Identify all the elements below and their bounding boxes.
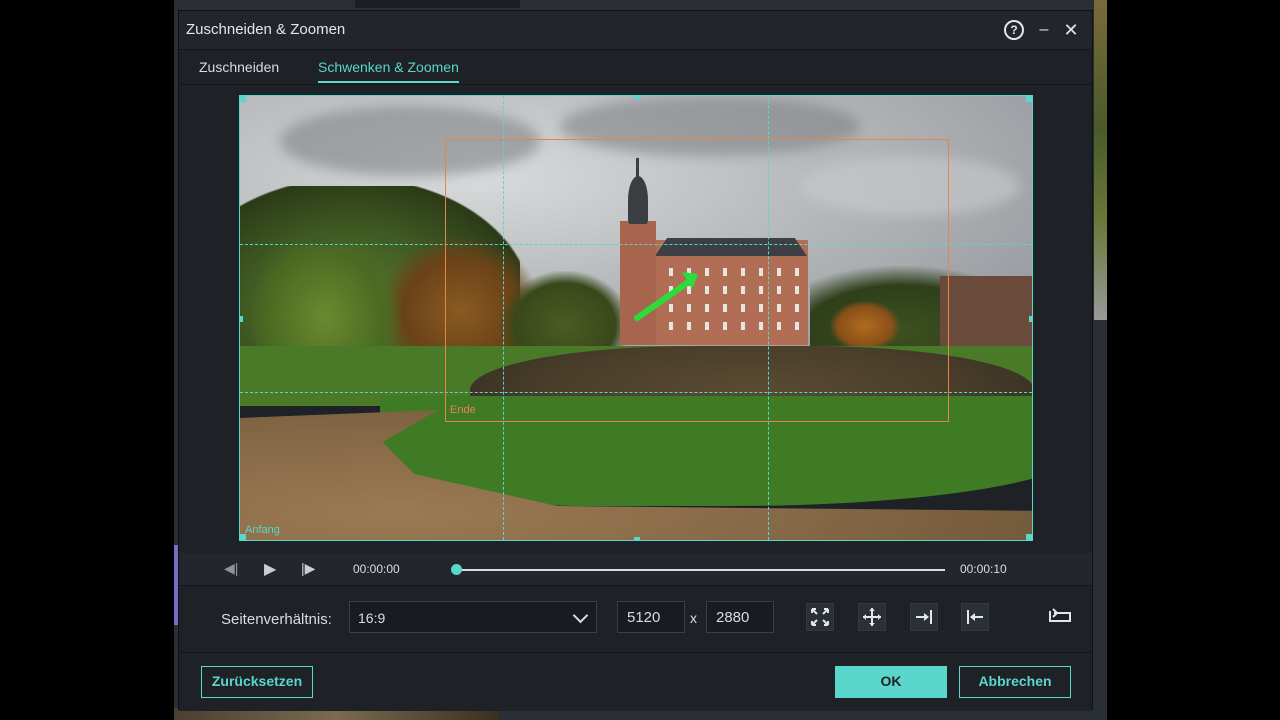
background-thumbnail [1094, 0, 1107, 320]
cancel-button[interactable]: Abbrechen [959, 666, 1071, 698]
tab-bar: Zuschneiden Schwenken & Zoomen [179, 50, 1092, 85]
scrubber-handle[interactable] [451, 564, 462, 575]
motion-arrow-icon [634, 272, 698, 321]
title-bar: Zuschneiden & Zoomen ? – ✕ [179, 11, 1092, 50]
align-end-button[interactable] [910, 603, 938, 631]
dialog-footer: Zurücksetzen OK Abbrechen [179, 653, 1092, 711]
arrow-right-icon [916, 610, 932, 624]
previous-frame-icon[interactable]: ◀| [224, 560, 238, 577]
controls-bar: Seitenverhältnis: 16:9 5120 x 2880 [179, 586, 1092, 653]
swap-icon [1049, 608, 1071, 622]
play-icon[interactable]: ▶ [264, 559, 276, 579]
next-frame-icon[interactable]: |▶ [301, 560, 315, 577]
scrubber-track[interactable] [455, 569, 945, 571]
help-icon[interactable]: ? [1004, 20, 1024, 40]
minimize-icon[interactable]: – [1032, 18, 1056, 42]
aspect-ratio-select[interactable]: 16:9 [349, 601, 597, 633]
video-preview[interactable]: Anfang Ende [239, 95, 1033, 541]
aspect-ratio-value: 16:9 [358, 610, 386, 626]
swap-frames-button[interactable] [1045, 603, 1073, 631]
arrow-left-icon [967, 610, 983, 624]
preview-area: Anfang Ende [179, 85, 1092, 553]
current-time: 00:00:00 [353, 562, 400, 576]
close-icon[interactable]: ✕ [1059, 18, 1083, 42]
reset-button[interactable]: Zurücksetzen [201, 666, 313, 698]
fit-button[interactable] [806, 603, 834, 631]
chevron-down-icon [572, 607, 589, 624]
width-input[interactable]: 5120 [617, 601, 685, 633]
move-icon [863, 608, 881, 626]
pan-zoom-overlay: Anfang Ende [240, 96, 1032, 540]
tab-crop[interactable]: Zuschneiden [199, 59, 279, 81]
tab-pan-zoom[interactable]: Schwenken & Zoomen [318, 59, 459, 83]
move-button[interactable] [858, 603, 886, 631]
crop-zoom-dialog: Zuschneiden & Zoomen ? – ✕ Zuschneiden S… [178, 10, 1093, 711]
transport-bar: ◀| ▶ |▶ 00:00:00 00:00:10 [179, 553, 1092, 586]
height-input[interactable]: 2880 [706, 601, 774, 633]
background-strip [355, 0, 520, 8]
dialog-title: Zuschneiden & Zoomen [186, 21, 346, 38]
dimension-separator: x [690, 610, 697, 626]
ok-button[interactable]: OK [835, 666, 947, 698]
aspect-ratio-label: Seitenverhältnis: [221, 611, 332, 628]
end-time: 00:00:10 [960, 562, 1007, 576]
align-start-button[interactable] [961, 603, 989, 631]
fit-icon [811, 608, 829, 626]
